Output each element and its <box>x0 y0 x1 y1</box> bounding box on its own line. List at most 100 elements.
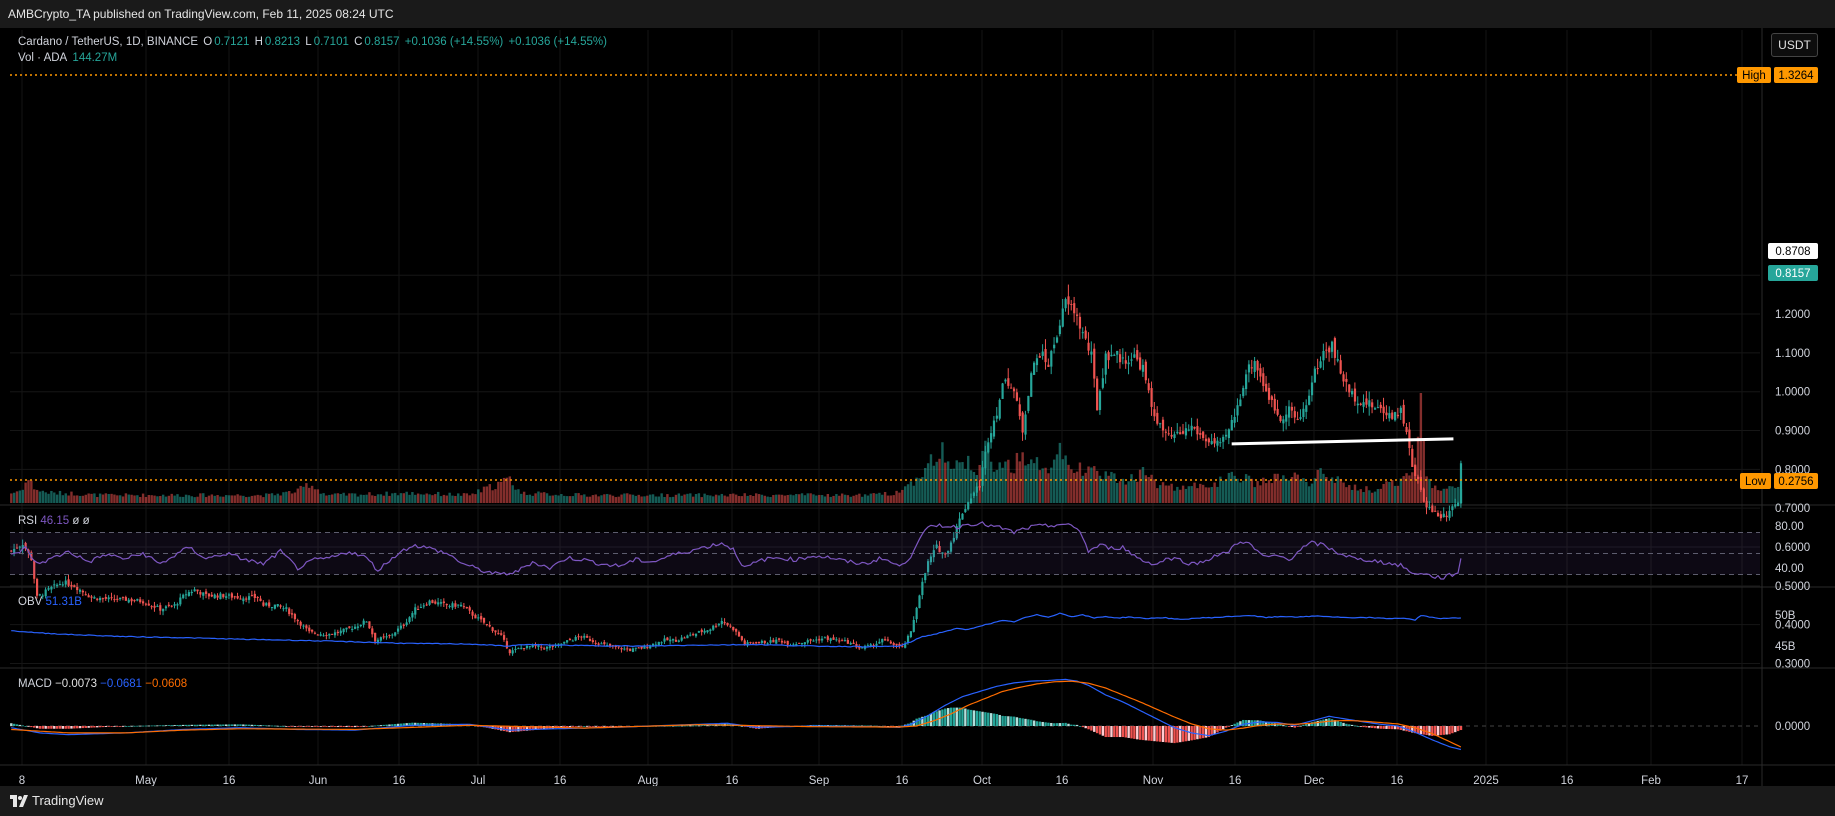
macd-histogram-bar <box>1325 718 1328 726</box>
candle-body <box>1382 406 1385 414</box>
volume-bar <box>620 494 623 503</box>
volume-bar <box>1087 466 1090 503</box>
volume-bar <box>233 495 236 503</box>
candle-body <box>783 641 786 643</box>
volume-bar <box>686 493 689 503</box>
candle-body <box>849 643 852 645</box>
candle-body <box>290 613 294 615</box>
tradingview-logo[interactable]: TradingView <box>10 793 104 808</box>
close-label: C <box>354 36 363 48</box>
macd-histogram-bar <box>967 709 970 726</box>
candle-body <box>359 624 362 627</box>
macd-histogram-bar <box>600 726 603 727</box>
macd-histogram-bar <box>1144 726 1148 741</box>
currency-button[interactable]: USDT <box>1771 33 1818 57</box>
price-chart-svg[interactable]: 1.30001.20001.10001.00000.90000.80000.70… <box>0 0 1835 786</box>
price-axis[interactable]: 1.30001.20001.10001.00000.90000.80000.70… <box>1775 270 1810 733</box>
candle-body <box>623 648 626 650</box>
candle-body <box>408 617 411 622</box>
volume-bar <box>411 492 414 503</box>
macd-histogram-bar <box>1104 726 1107 738</box>
volume-bar <box>179 496 182 503</box>
volume-bar <box>651 494 655 503</box>
candle-body <box>717 623 721 626</box>
macd-value-1: −0.0073 <box>55 678 97 690</box>
time-tick-label: 16 <box>1229 775 1242 786</box>
volume-bar <box>992 471 996 503</box>
macd-histogram-bar <box>1041 721 1044 726</box>
candle-body <box>1018 404 1021 417</box>
macd-histogram-bar <box>290 726 294 727</box>
candle-body <box>651 643 655 646</box>
macd-histogram-bar <box>1007 716 1010 726</box>
candle-body <box>121 597 125 599</box>
obv-legend[interactable]: OBV 51.31B <box>18 596 82 608</box>
candle-body <box>422 605 425 607</box>
time-axis[interactable]: 8 May 16 Jun 16 Jul 16 Aug 16 Sep 16 Oct 16 Nov 16 Dec 1… <box>19 775 1749 786</box>
candle-body <box>603 642 606 645</box>
macd-histogram-bar <box>949 707 953 726</box>
volume-bar <box>946 461 950 503</box>
volume-bar <box>955 460 958 503</box>
volume-bar <box>1305 481 1308 503</box>
candle-body <box>1388 413 1391 419</box>
volume-bar <box>1391 479 1394 503</box>
volume-label[interactable]: Vol · ADA <box>18 52 67 64</box>
volume-bar <box>153 495 156 503</box>
macd-histogram-bar <box>1356 726 1360 727</box>
macd-histogram-bar <box>78 726 82 729</box>
macd-legend[interactable]: MACD −0.0073 −0.0681 −0.0608 <box>18 678 187 690</box>
volume-bar <box>376 494 380 503</box>
symbol-name[interactable]: Cardano / TetherUS, 1D, BINANCE <box>18 36 198 48</box>
candle-body <box>196 589 199 592</box>
volume-bar <box>104 493 108 503</box>
candle-body <box>674 639 678 642</box>
macd-histogram-bar <box>333 726 337 727</box>
macd-histogram-bar <box>73 726 76 729</box>
macd-histogram-bar <box>270 725 274 727</box>
rsi-legend[interactable]: RSI 46.15 ø ø <box>18 515 90 527</box>
candle-body <box>288 608 291 615</box>
macd-histogram-bar <box>1459 726 1463 731</box>
macd-histogram-bar <box>1382 726 1385 729</box>
macd-histogram-bar <box>1018 717 1021 726</box>
volume-bar <box>760 494 764 503</box>
volume-bar <box>70 491 73 503</box>
candle-body <box>35 578 39 596</box>
macd-histogram-bar <box>38 726 42 729</box>
candle-body <box>150 606 153 608</box>
volume-bar <box>525 495 529 503</box>
volume-bar <box>18 490 22 503</box>
macd-histogram-bar <box>691 725 695 727</box>
candle-body <box>548 646 552 648</box>
volume-bar <box>548 495 552 503</box>
candle-body <box>1193 426 1196 429</box>
candle-body <box>843 640 847 642</box>
candle-body <box>90 596 93 598</box>
candle-body <box>1296 418 1299 420</box>
price-tick-label: 1.1000 <box>1775 348 1810 360</box>
macd-histogram-bar <box>302 726 305 727</box>
candle-body <box>1081 332 1084 334</box>
candle-body <box>786 640 789 645</box>
volume-bar <box>528 494 532 503</box>
time-tick-label: 16 <box>1056 775 1069 786</box>
volume-bar <box>565 496 569 503</box>
candle-body <box>1176 431 1179 434</box>
macd-histogram-bar <box>1044 722 1047 726</box>
candle-body <box>448 605 451 607</box>
volume-bar <box>305 483 308 503</box>
volume-bar <box>545 493 549 503</box>
macd-histogram-bar <box>136 725 139 727</box>
volume-bar <box>468 495 471 503</box>
volume-bar <box>21 489 24 503</box>
macd-histogram-bar <box>10 723 13 726</box>
macd-histogram-bar <box>1379 726 1382 729</box>
volume-bar <box>540 492 543 503</box>
macd-histogram-bar <box>1170 726 1173 743</box>
candle-body <box>984 451 987 469</box>
candle-body <box>141 601 145 604</box>
volume-bar <box>477 489 480 503</box>
volume-bar <box>637 494 640 503</box>
volume-bar <box>50 490 53 503</box>
